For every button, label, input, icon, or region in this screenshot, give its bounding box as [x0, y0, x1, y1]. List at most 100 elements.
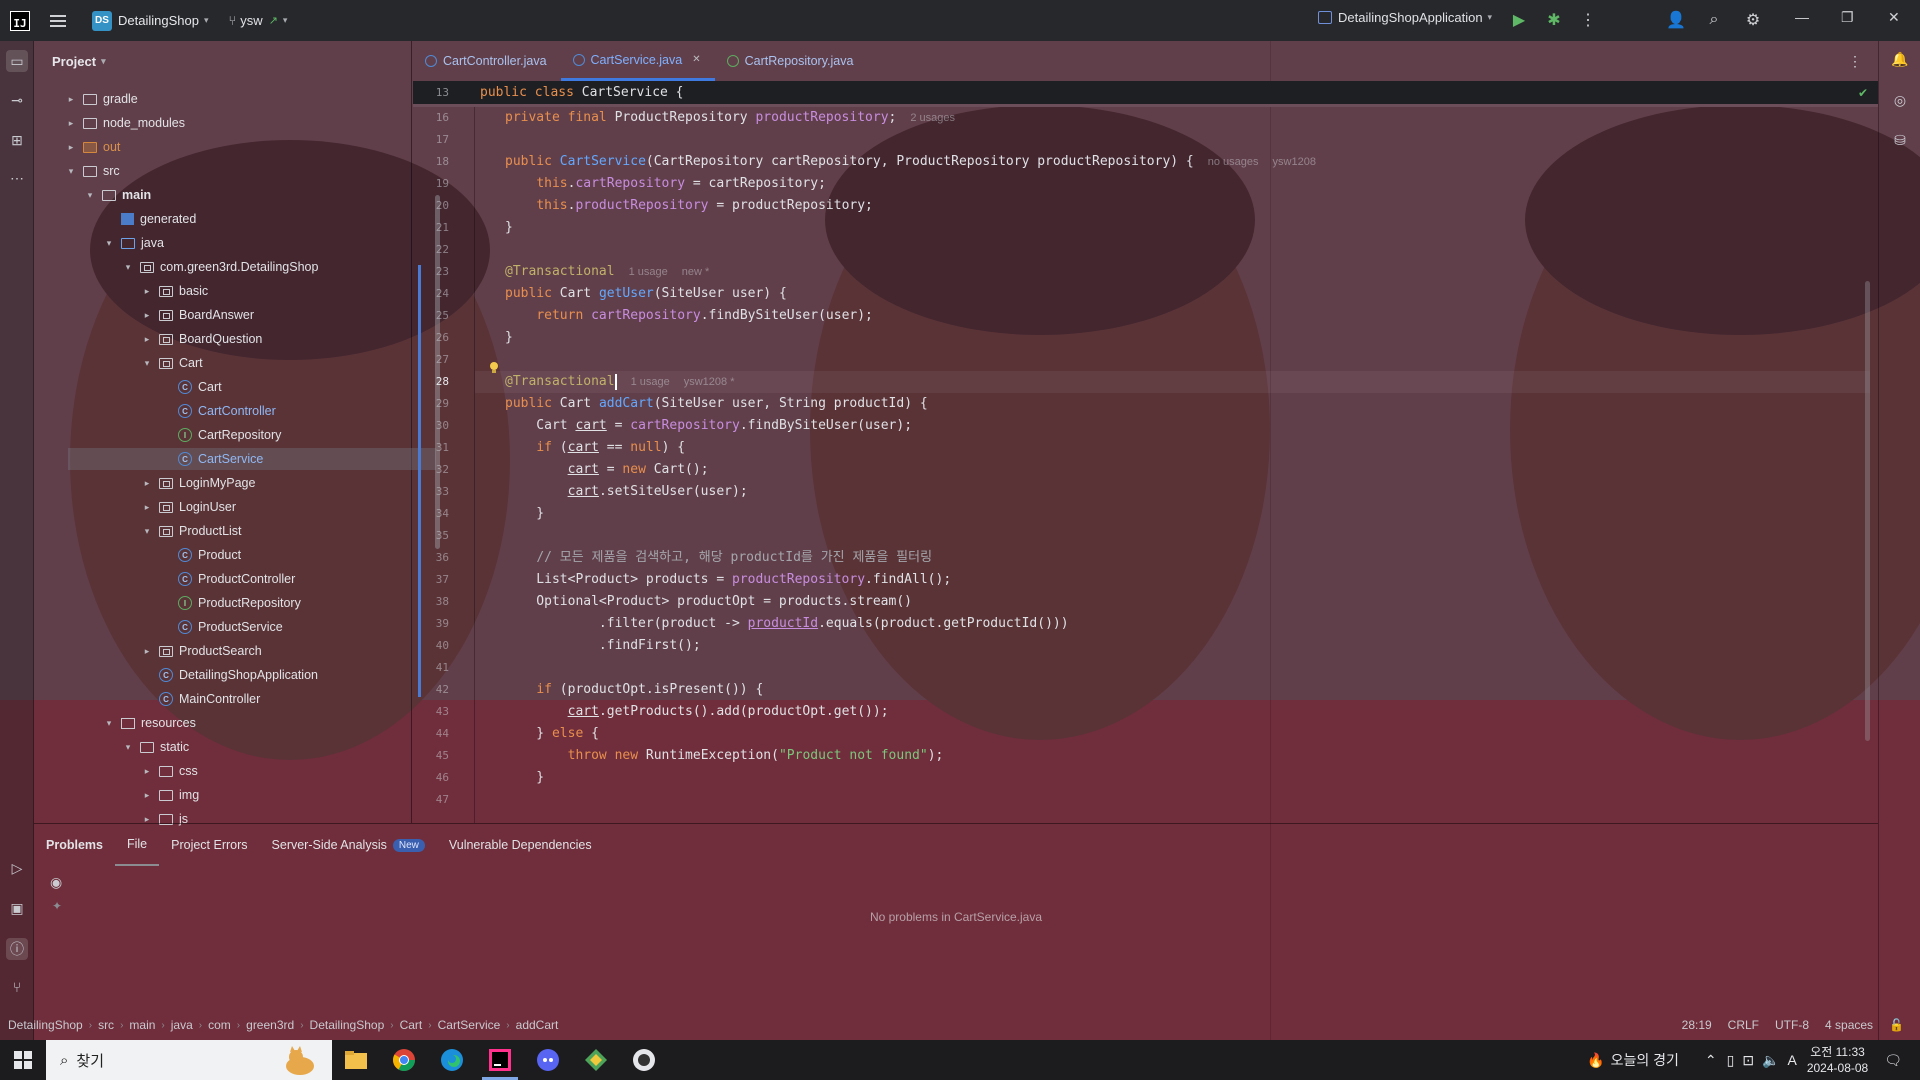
vcs-change-marker[interactable] [418, 319, 421, 697]
project-tree-item[interactable]: ▸ basic [141, 280, 208, 302]
debug-icon[interactable]: ✱ [1543, 9, 1565, 31]
chevron-down-icon[interactable]: ▾ [65, 166, 77, 177]
line-number[interactable]: 20 [413, 195, 449, 217]
project-panel-header[interactable]: Project ▾ [34, 41, 412, 81]
lock-icon[interactable]: 🔓 [1889, 1018, 1904, 1032]
chevron-down-icon[interactable]: ▾ [122, 742, 134, 753]
chevron-down-icon[interactable]: ▾ [122, 262, 134, 273]
breadcrumb-item[interactable]: addCart [516, 1018, 559, 1032]
project-tree-item[interactable]: ▸ node_modules [65, 112, 185, 134]
project-tree-item[interactable]: C MainController [141, 688, 260, 710]
notification-center-icon[interactable]: 🗨 [1884, 1052, 1902, 1069]
inspection-ok-icon[interactable]: ✔ [1858, 86, 1868, 100]
git-kraken-icon[interactable] [572, 1040, 620, 1080]
run-icon[interactable]: ▶ [1508, 9, 1530, 31]
project-tree-item[interactable]: generated [103, 208, 196, 230]
project-tree-item[interactable]: ▾ java [103, 232, 164, 254]
chevron-down-icon[interactable]: ▾ [141, 358, 153, 369]
chevron-down-icon[interactable]: ▾ [103, 718, 115, 729]
chevron-right-icon[interactable]: ▸ [141, 478, 153, 489]
project-tree-item[interactable]: C Cart [160, 376, 222, 398]
branch-name[interactable]: ysw [240, 13, 262, 28]
project-tree-item[interactable]: C CartService [68, 448, 436, 470]
settings-gear-icon[interactable]: ⚙ [1742, 9, 1764, 31]
database-icon[interactable]: ⛁ [1891, 131, 1909, 149]
chevron-down-icon[interactable]: ▾ [84, 190, 96, 201]
project-tree-item[interactable]: C ProductController [160, 568, 295, 590]
more-actions-icon[interactable]: ⋮ [1577, 9, 1599, 31]
project-tree-item[interactable]: ▾ resources [103, 712, 196, 734]
breadcrumb-item[interactable]: green3rd [246, 1018, 294, 1032]
chevron-up-icon[interactable]: ⌃ [1705, 1052, 1717, 1069]
volume-mute-icon[interactable]: 🔈 [1762, 1052, 1779, 1069]
tab-file[interactable]: File [114, 824, 160, 866]
project-tree-item[interactable]: I CartRepository [160, 424, 281, 446]
tab-project-errors[interactable]: Project Errors [159, 824, 259, 866]
chevron-right-icon[interactable]: ▸ [65, 118, 77, 129]
line-number[interactable]: 47 [413, 789, 449, 811]
chevron-right-icon[interactable]: ▸ [141, 646, 153, 657]
project-tree-item[interactable]: ▸ css [141, 760, 198, 782]
windows-start-icon[interactable] [14, 1051, 32, 1069]
edge-icon[interactable] [428, 1040, 476, 1080]
discord-icon[interactable] [524, 1040, 572, 1080]
tab-cart-repository[interactable]: CartRepository.java [715, 41, 868, 81]
chevron-right-icon[interactable]: ▸ [141, 334, 153, 345]
sticky-class-header[interactable]: 13 public class CartService { ✔ [413, 81, 1878, 107]
chevron-right-icon[interactable]: ▸ [141, 790, 153, 801]
taskbar-search-box[interactable]: ⌕ 찾기 [46, 1040, 332, 1080]
line-number[interactable]: 21 [413, 217, 449, 239]
project-tree-item[interactable]: ▾ static [122, 736, 189, 758]
project-tree-item[interactable]: ▸ img [141, 784, 199, 806]
weather-label[interactable]: 오늘의 경기 [1611, 1050, 1679, 1070]
chevron-right-icon[interactable]: ▸ [65, 142, 77, 153]
search-icon[interactable]: ⌕ [1703, 9, 1725, 31]
project-tree-item[interactable]: ▸ BoardQuestion [141, 328, 263, 350]
chrome-icon[interactable] [380, 1040, 428, 1080]
intellij-taskbar-icon[interactable] [476, 1040, 524, 1080]
chevron-right-icon[interactable]: ▸ [141, 310, 153, 321]
chevron-right-icon[interactable]: ▸ [65, 94, 77, 105]
editor-scrollbar[interactable] [1865, 281, 1870, 741]
add-user-icon[interactable]: 👤 [1665, 9, 1687, 31]
line-number[interactable]: 45 [413, 745, 449, 767]
project-tree-item[interactable]: C Product [160, 544, 241, 566]
line-number[interactable]: 44 [413, 723, 449, 745]
tab-server-side-analysis[interactable]: Server-Side Analysis New [260, 824, 437, 866]
project-tree-item[interactable]: ▾ com.green3rd.DetailingShop [122, 256, 319, 278]
chevron-right-icon[interactable]: ▸ [141, 766, 153, 777]
line-number[interactable]: 18 [413, 151, 449, 173]
eye-icon[interactable]: ◉ [50, 874, 62, 891]
git-icon[interactable]: ⑂ [8, 978, 26, 996]
services-icon[interactable]: ▷ [8, 859, 26, 877]
project-name[interactable]: DetailingShop [118, 13, 199, 28]
chevron-down-icon[interactable]: ▾ [141, 526, 153, 537]
project-badge[interactable]: DS [92, 10, 112, 31]
chevron-right-icon[interactable]: ▸ [141, 286, 153, 297]
caret-position[interactable]: 28:19 [1682, 1018, 1712, 1032]
project-tree-item[interactable]: ▸ out [65, 136, 121, 158]
project-tree-item[interactable]: ▸ BoardAnswer [141, 304, 254, 326]
project-tree-item[interactable]: ▾ src [65, 160, 120, 182]
git-branch-icon[interactable]: ⑂ [228, 13, 236, 28]
project-tree-item[interactable]: ▾ ProductList [141, 520, 242, 542]
line-separator[interactable]: CRLF [1728, 1018, 1759, 1032]
project-folder-icon[interactable]: ▭ [6, 50, 28, 72]
line-number[interactable]: 16 [413, 107, 449, 129]
project-tree-item[interactable]: C ProductService [160, 616, 283, 638]
chevron-right-icon[interactable]: ▸ [141, 502, 153, 513]
tabs-menu-icon[interactable]: ⋮ [1848, 53, 1862, 70]
breadcrumb-item[interactable]: main [129, 1018, 155, 1032]
project-tree-item[interactable]: ▸ LoginUser [141, 496, 236, 518]
project-tree-item[interactable]: C DetailingShopApplication [141, 664, 318, 686]
weather-flame-icon[interactable]: 🔥 [1587, 1052, 1604, 1069]
chevron-down-icon[interactable]: ▾ [101, 56, 106, 67]
breadcrumb-item[interactable]: DetailingShop [310, 1018, 385, 1032]
breadcrumb-item[interactable]: src [98, 1018, 114, 1032]
project-tree-item[interactable]: ▸ gradle [65, 88, 138, 110]
project-tree-item[interactable]: I ProductRepository [160, 592, 301, 614]
restore-icon[interactable]: ❐ [1841, 9, 1854, 26]
project-tree-item[interactable]: ▾ Cart [141, 352, 203, 374]
problems-icon[interactable]: ⓘ [6, 938, 28, 960]
chevron-down-icon[interactable]: ▾ [103, 238, 115, 249]
